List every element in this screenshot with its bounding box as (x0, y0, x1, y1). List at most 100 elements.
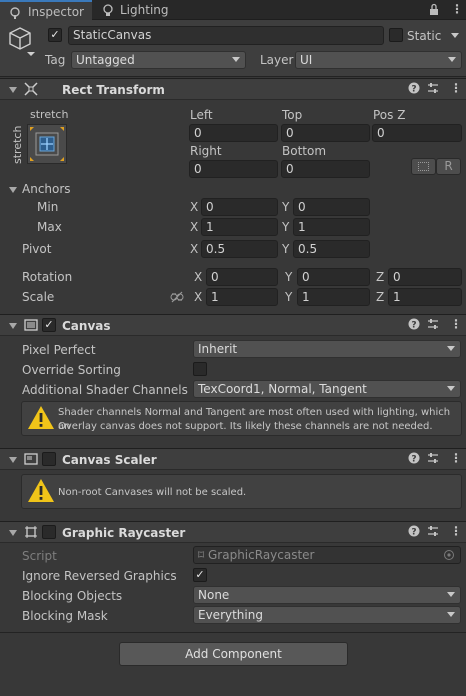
min-y-label: Y (282, 200, 290, 214)
active-checkbox[interactable]: ✓ (48, 28, 62, 42)
pivot-x-input[interactable]: 0.5 (201, 240, 278, 258)
rotation-x-input[interactable]: 0 (206, 268, 278, 286)
static-checkbox[interactable] (389, 28, 403, 42)
shader-channels-dropdown[interactable]: TexCoord1, Normal, Tangent (193, 380, 461, 398)
right-input[interactable]: 0 (189, 160, 278, 178)
svg-text:?: ? (411, 85, 416, 95)
override-sorting-label: Override Sorting (22, 363, 121, 377)
presets-icon[interactable] (427, 82, 439, 97)
rotation-y-input[interactable]: 0 (297, 268, 370, 286)
tab-inspector[interactable]: Inspector (0, 0, 92, 20)
ignore-reversed-checkbox[interactable]: ✓ (193, 568, 207, 582)
graphic-raycaster-enabled-checkbox[interactable] (42, 525, 56, 539)
graphic-raycaster-icon (24, 525, 38, 542)
canvas-fold-icon[interactable] (9, 323, 17, 329)
min-x-label: X (190, 200, 199, 214)
tab-lighting-label: Lighting (120, 3, 169, 17)
scale-x-input[interactable]: 1 (206, 288, 278, 306)
top-input[interactable]: 0 (281, 124, 370, 142)
help-icon[interactable]: ? (408, 452, 420, 467)
max-label: Max (37, 220, 62, 234)
graphic-raycaster-fold-icon[interactable] (9, 530, 17, 536)
min-x-input[interactable]: 0 (201, 198, 278, 216)
component-menu-icon[interactable]: ⋮ (450, 451, 462, 465)
more-options-icon[interactable]: ⋮ (451, 2, 463, 16)
rotation-label: Rotation (22, 270, 73, 284)
rect-transform-fold-icon[interactable] (9, 87, 17, 93)
inspector-icon (9, 5, 21, 19)
svg-text:?: ? (411, 455, 416, 465)
layer-label: Layer (260, 53, 294, 67)
canvas-scaler-icon (24, 452, 38, 469)
max-x-input[interactable]: 1 (201, 218, 278, 236)
component-menu-icon[interactable]: ⋮ (450, 524, 462, 538)
lock-icon[interactable] (429, 3, 439, 19)
rotation-z-label: Z (376, 270, 385, 284)
pivot-y-label: Y (282, 242, 290, 256)
component-menu-icon[interactable]: ⋮ (450, 81, 462, 95)
tab-inspector-label: Inspector (28, 5, 84, 19)
blocking-objects-dropdown[interactable]: None (193, 586, 461, 604)
raw-edit-button[interactable]: R (436, 158, 461, 175)
layer-dropdown[interactable]: UI (295, 51, 462, 69)
presets-icon[interactable] (427, 525, 439, 540)
canvas-scaler-fold-icon[interactable] (9, 457, 17, 463)
gameobject-name-input[interactable]: StaticCanvas (68, 26, 384, 45)
canvas-header[interactable]: ✓ Canvas ? ⋮ (0, 314, 466, 336)
left-input[interactable]: 0 (189, 124, 278, 142)
right-label: Right (190, 144, 222, 158)
ignore-reversed-label: Ignore Reversed Graphics (22, 569, 177, 583)
help-icon[interactable]: ? (408, 82, 420, 97)
rotation-y-label: Y (285, 270, 293, 284)
blueprint-icon (418, 162, 429, 171)
blocking-mask-dropdown[interactable]: Everything (193, 606, 461, 624)
tag-dropdown[interactable]: Untagged (71, 51, 246, 69)
scale-z-input[interactable]: 1 (388, 288, 462, 306)
rect-transform-icon (24, 82, 38, 99)
lightbulb-icon (102, 3, 114, 16)
presets-icon[interactable] (427, 452, 439, 467)
graphic-raycaster-header[interactable]: Graphic Raycaster ? ⋮ (0, 521, 466, 543)
rect-transform-header[interactable]: Rect Transform ? ⋮ (0, 78, 466, 100)
posz-input[interactable]: 0 (372, 124, 462, 142)
static-label: Static (407, 29, 442, 43)
shader-channels-warning-line2: Overlay canvas does not support. Its lik… (58, 421, 433, 432)
max-y-input[interactable]: 1 (293, 218, 370, 236)
pixel-perfect-dropdown[interactable]: Inherit (193, 340, 461, 358)
blocking-objects-label: Blocking Objects (22, 589, 123, 603)
component-menu-icon[interactable]: ⋮ (450, 317, 462, 331)
canvas-enabled-checkbox[interactable]: ✓ (42, 318, 56, 332)
scale-y-input[interactable]: 1 (297, 288, 370, 306)
rotation-x-label: X (194, 270, 203, 284)
pixel-perfect-value: Inherit (198, 342, 238, 356)
scale-x-label: X (194, 290, 203, 304)
help-icon[interactable]: ? (408, 318, 420, 333)
bottom-input[interactable]: 0 (281, 160, 370, 178)
add-component-button[interactable]: Add Component (119, 642, 348, 666)
canvas-title: Canvas (62, 319, 111, 333)
tab-lighting[interactable]: Lighting (92, 0, 182, 20)
rotation-z-input[interactable]: 0 (388, 268, 462, 286)
shader-channels-label: Additional Shader Channels (22, 383, 188, 397)
static-dropdown-arrow[interactable] (451, 33, 459, 38)
script-label: Script (22, 549, 57, 563)
presets-icon[interactable] (427, 318, 439, 333)
anchors-fold-icon[interactable] (9, 187, 17, 193)
override-sorting-checkbox[interactable] (193, 362, 207, 376)
scale-z-label: Z (376, 290, 385, 304)
help-icon[interactable]: ? (408, 525, 420, 540)
blocking-mask-value: Everything (198, 608, 263, 622)
canvas-scaler-enabled-checkbox[interactable] (42, 452, 56, 466)
canvas-scaler-header[interactable]: Canvas Scaler ? ⋮ (0, 448, 466, 470)
min-y-input[interactable]: 0 (293, 198, 370, 216)
pivot-y-input[interactable]: 0.5 (293, 240, 370, 258)
warning-icon (27, 405, 55, 434)
graphic-raycaster-title: Graphic Raycaster (62, 526, 186, 540)
object-picker-icon (443, 549, 455, 563)
blueprint-mode-button[interactable] (411, 158, 436, 175)
shader-channels-warning: Shader channels Normal and Tangent are m… (21, 401, 462, 436)
constrain-proportions-icon[interactable] (170, 291, 184, 306)
anchor-presets-button[interactable] (27, 124, 67, 164)
gameobject-cube-icon[interactable] (8, 26, 36, 59)
rect-transform-title: Rect Transform (62, 83, 165, 97)
